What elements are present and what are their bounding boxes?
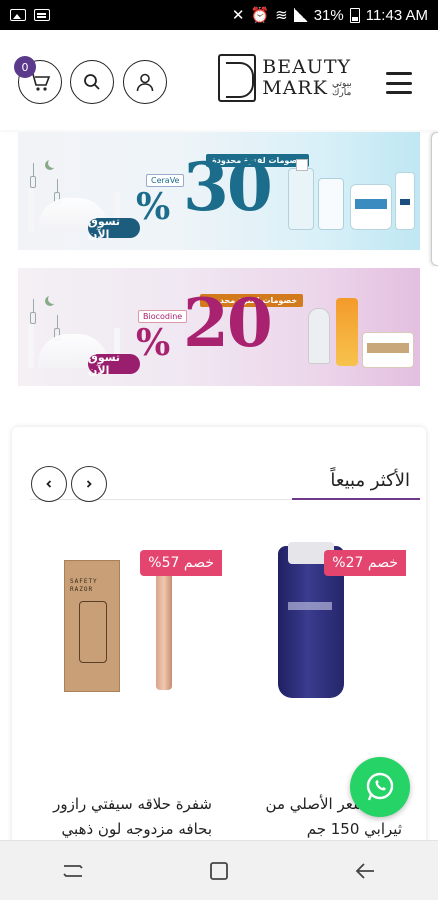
- discount-badge: خصم 57%: [140, 550, 222, 576]
- menu-hamburger-icon[interactable]: [386, 72, 412, 94]
- battery-icon: [349, 7, 360, 23]
- crescent-moon-decoration: [48, 294, 58, 304]
- wifi-icon: ≋: [275, 7, 288, 24]
- logo-text: BEAUTY MARK بيوتي مارك: [262, 58, 363, 98]
- logo-line-2: MARK بيوتي مارك: [262, 79, 363, 98]
- home-button[interactable]: [199, 851, 239, 891]
- lantern-decoration: [30, 299, 36, 324]
- recent-apps-button[interactable]: [53, 851, 93, 891]
- hamburger-line: [386, 72, 412, 75]
- chevron-right-icon: [86, 480, 92, 488]
- chevron-left-icon: [46, 480, 52, 488]
- cart-count-badge: 0: [14, 56, 36, 78]
- gallery-notification-icon: [10, 9, 26, 21]
- hamburger-line: [386, 91, 412, 94]
- percent-sign: %: [136, 322, 171, 364]
- product-name[interactable]: شفرة حلاقه سيفتي رازور بحافه مزدوجه لون …: [36, 792, 212, 842]
- brand-logo[interactable]: BEAUTY MARK بيوتي مارك: [218, 52, 363, 104]
- status-right: ✕ ⏰ ≋ 31% 11:43 AM: [231, 6, 428, 25]
- logo-line-1: BEAUTY: [262, 56, 352, 78]
- status-bar: ✕ ⏰ ≋ 31% 11:43 AM: [0, 0, 438, 30]
- promo-banner-cerave[interactable]: تسوق الآن CeraVe خصومات لفترة محدودة % 3…: [18, 132, 420, 250]
- app-screen: ✕ ⏰ ≋ 31% 11:43 AM 0 BEAUTY MARK بيوتي م…: [0, 0, 438, 900]
- product-card[interactable]: SAFETY RAZOR خصم 57% شفرة حلاقه سيفتي را…: [36, 540, 222, 860]
- search-icon: [84, 74, 100, 90]
- battery-percent: 31%: [313, 6, 344, 24]
- logo-arabic: بيوتي مارك: [331, 79, 352, 98]
- carousel-prev-button[interactable]: [31, 466, 67, 502]
- back-button[interactable]: [345, 851, 385, 891]
- section-title: الأكثر مبيعاً: [330, 470, 410, 491]
- product-bottle: [395, 172, 415, 230]
- user-icon: [136, 73, 154, 92]
- alarm-icon: ⏰: [250, 7, 270, 24]
- product-box-label: SAFETY RAZOR: [70, 578, 98, 594]
- discount-number: 30: [183, 148, 273, 226]
- logo-mark: [218, 54, 257, 102]
- product-bottle: [308, 308, 330, 364]
- razor-image: [150, 562, 178, 690]
- account-button[interactable]: [123, 60, 167, 104]
- section-divider: [30, 499, 292, 500]
- recent-apps-icon: [63, 864, 83, 877]
- discount-badge: خصم 27%: [324, 550, 406, 576]
- status-left: [10, 9, 50, 21]
- shop-now-button[interactable]: تسوق الآن: [88, 351, 140, 377]
- whatsapp-button[interactable]: [350, 757, 410, 817]
- product-box: [362, 332, 414, 368]
- logo-line-2-text: MARK: [262, 77, 328, 99]
- signal-icon: [293, 8, 308, 22]
- carousel-next-button[interactable]: [71, 466, 107, 502]
- crescent-moon-decoration: [48, 158, 58, 168]
- lantern-decoration: [30, 163, 36, 188]
- percent-sign: %: [136, 186, 171, 228]
- product-tube: [336, 298, 358, 366]
- product-jar: [350, 184, 392, 230]
- site-header: 0 BEAUTY MARK بيوتي مارك: [0, 30, 438, 130]
- hamburger-line: [386, 81, 412, 85]
- whatsapp-icon: [366, 772, 394, 801]
- discount-number: 20: [183, 284, 273, 362]
- clock: 11:43 AM: [365, 6, 428, 24]
- scroll-indicator[interactable]: [431, 132, 438, 266]
- title-underline: [292, 498, 420, 500]
- system-nav-bar: [0, 840, 438, 900]
- home-icon: [210, 861, 228, 880]
- mute-icon: ✕: [231, 7, 245, 24]
- shop-now-button[interactable]: تسوق الآن: [88, 215, 140, 241]
- search-button[interactable]: [70, 60, 114, 104]
- back-arrow-icon: [355, 862, 374, 879]
- product-bottle: [288, 159, 314, 230]
- product-bottle: [318, 178, 344, 230]
- promo-banner-bioderma[interactable]: تسوق الآن Biocodine خصومات لفترة محدودة …: [18, 268, 420, 386]
- message-notification-icon: [34, 9, 50, 21]
